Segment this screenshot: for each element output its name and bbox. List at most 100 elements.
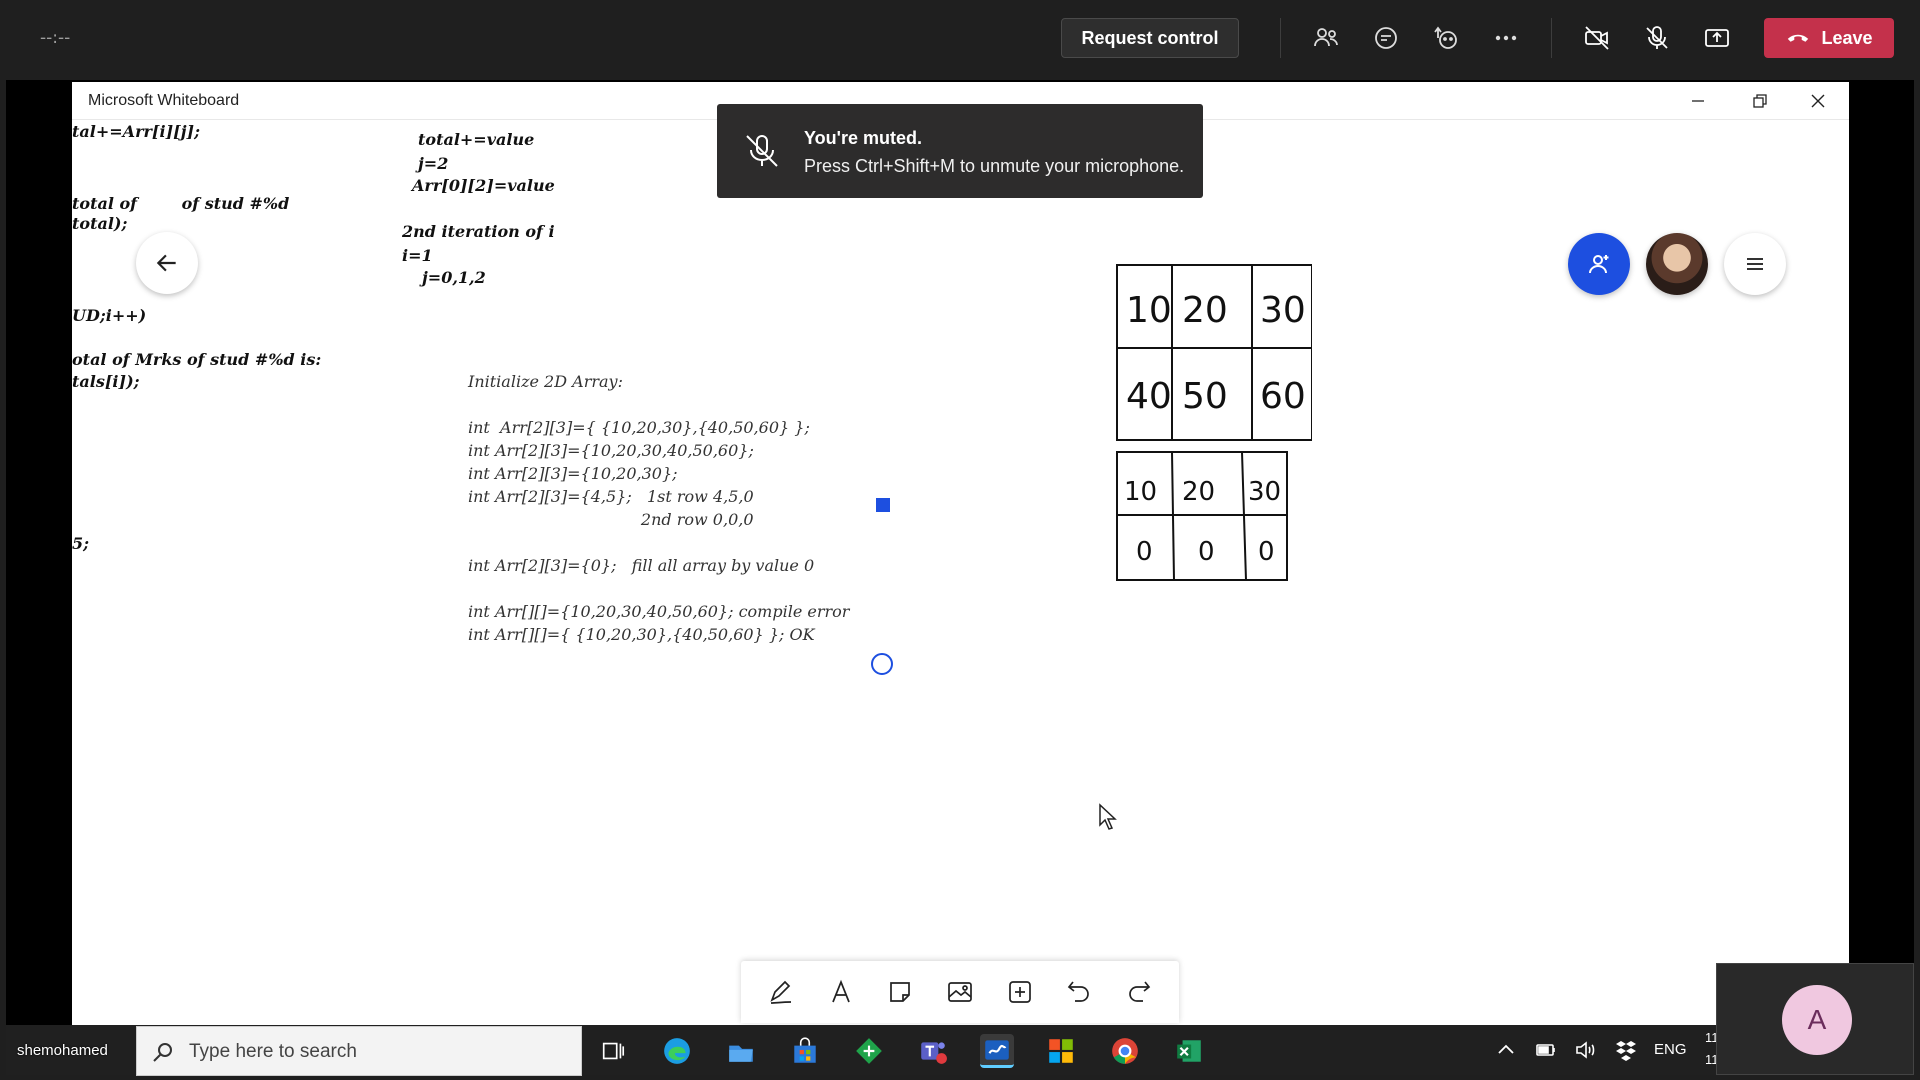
whiteboard-toolbar xyxy=(741,961,1179,1023)
init-line: int Arr[2][3]={4,5}; 1st row 4,5,0 xyxy=(468,487,754,506)
dropbox-icon[interactable] xyxy=(1614,1038,1638,1062)
text-tool[interactable] xyxy=(821,972,861,1012)
mouse-cursor-icon xyxy=(1099,803,1117,830)
init-line: int Arr[2][3]={10,20,30,40,50,60}; xyxy=(468,441,754,460)
invite-button[interactable] xyxy=(1568,233,1630,295)
divider xyxy=(1280,18,1281,58)
app-grid-icon[interactable] xyxy=(1044,1034,1078,1068)
insert-tool[interactable] xyxy=(1000,972,1040,1012)
divider xyxy=(1551,18,1552,58)
search-placeholder: Type here to search xyxy=(189,1041,357,1062)
taskbar-search[interactable]: Type here to search xyxy=(136,1026,582,1076)
battery-icon[interactable] xyxy=(1534,1038,1558,1062)
back-button[interactable] xyxy=(136,232,198,294)
window-title: Microsoft Whiteboard xyxy=(88,92,240,109)
leave-button[interactable]: Leave xyxy=(1764,18,1894,58)
chrome-icon[interactable] xyxy=(1108,1034,1142,1068)
language-indicator[interactable]: ENG xyxy=(1654,1041,1687,1058)
file-explorer-icon[interactable] xyxy=(724,1034,758,1068)
mic-off-icon xyxy=(746,135,778,167)
code-line: UD;i++) xyxy=(72,306,147,325)
chevron-up-icon[interactable] xyxy=(1494,1038,1518,1062)
grid-cell: 50 xyxy=(1182,376,1228,417)
grid-cell: 60 xyxy=(1260,376,1306,417)
toast-title: You're muted. xyxy=(804,128,922,148)
grid-cell: 0 xyxy=(1136,537,1153,567)
store-icon[interactable] xyxy=(788,1034,822,1068)
grid-cell: 10 xyxy=(1124,477,1157,507)
people-icon[interactable] xyxy=(1310,22,1342,54)
hang-up-icon xyxy=(1788,34,1809,42)
close-button[interactable] xyxy=(1795,86,1841,116)
note-line: j=2 xyxy=(418,154,449,173)
settings-menu-button[interactable] xyxy=(1724,233,1786,295)
note-line: Arr[0][2]=value xyxy=(412,176,555,195)
edge-icon[interactable] xyxy=(660,1034,694,1068)
init-line: int Arr[][]={ {10,20,30},{40,50,60} }; O… xyxy=(468,625,815,644)
pen-tool[interactable] xyxy=(761,972,801,1012)
undo-icon xyxy=(1068,981,1090,1002)
user-avatar[interactable] xyxy=(1646,233,1708,295)
grid-cell: 20 xyxy=(1182,290,1228,331)
init-line: int Arr[][]={10,20,30,40,50,60}; compile… xyxy=(468,602,850,621)
add-icon xyxy=(1008,981,1031,1003)
teams-icon[interactable] xyxy=(916,1034,950,1068)
init-line: int Arr[2][3]={ {10,20,30},{40,50,60} }; xyxy=(468,418,810,437)
restore-icon xyxy=(1753,94,1767,108)
code-line: tal+=Arr[i][j]; xyxy=(72,122,200,141)
init-line: 2nd row 0,0,0 xyxy=(468,510,754,529)
grid-cell: 30 xyxy=(1260,290,1306,331)
pen-icon xyxy=(770,980,791,1004)
note-tool[interactable] xyxy=(880,972,920,1012)
code-line: total); xyxy=(72,214,128,233)
init-title: Initialize 2D Array: xyxy=(468,372,623,391)
chat-icon[interactable] xyxy=(1370,22,1402,54)
grid-cell: 20 xyxy=(1182,477,1215,507)
grid-cell: 0 xyxy=(1198,537,1215,567)
muted-notification: You're muted. Press Ctrl+Shift+M to unmu… xyxy=(717,104,1203,198)
presenter-name: shemohamed xyxy=(17,1042,108,1059)
camera-off-icon[interactable] xyxy=(1581,22,1613,54)
hamburger-icon xyxy=(1747,258,1763,270)
image-icon xyxy=(948,982,972,1002)
redo-button[interactable] xyxy=(1119,972,1159,1012)
whiteboard-app-icon[interactable] xyxy=(980,1034,1014,1068)
add-person-icon xyxy=(1589,255,1609,274)
whiteboard-window: Microsoft Whiteboard tal+=Arr[i][j]; tot… xyxy=(72,82,1849,1026)
share-screen-icon[interactable] xyxy=(1701,22,1733,54)
excel-icon[interactable] xyxy=(1172,1034,1206,1068)
mic-off-icon[interactable] xyxy=(1641,22,1673,54)
request-control-button[interactable]: Request control xyxy=(1061,18,1239,58)
code-line: otal of Mrks of stud #%d is: xyxy=(72,350,322,369)
arrow-left-icon xyxy=(156,254,176,272)
note-line: 2nd iteration of i xyxy=(402,222,555,241)
toast-message: Press Ctrl+Shift+M to unmute your microp… xyxy=(804,156,1185,176)
redo-icon xyxy=(1129,981,1151,1002)
react-icon[interactable] xyxy=(1430,22,1462,54)
task-view-icon[interactable] xyxy=(596,1034,630,1068)
selection-handle[interactable] xyxy=(876,498,890,512)
code-line: 5; xyxy=(72,534,90,553)
image-tool[interactable] xyxy=(940,972,980,1012)
close-icon xyxy=(1811,94,1825,108)
note-line: total+=value xyxy=(418,130,535,149)
whiteboard-canvas[interactable]: tal+=Arr[i][j]; total of of stud #%d tot… xyxy=(72,120,1849,1026)
grid-cell: 10 xyxy=(1126,290,1172,331)
undo-button[interactable] xyxy=(1059,972,1099,1012)
restore-button[interactable] xyxy=(1737,86,1783,116)
app-diamond-icon[interactable] xyxy=(852,1034,886,1068)
volume-icon[interactable] xyxy=(1574,1038,1598,1062)
search-icon xyxy=(153,1043,172,1062)
minimize-button[interactable] xyxy=(1675,86,1721,116)
grid-cell: 40 xyxy=(1126,376,1172,417)
participant-tile[interactable]: A xyxy=(1716,963,1914,1075)
more-icon[interactable] xyxy=(1490,22,1522,54)
array-grid-drawing: 10 20 30 40 50 60 10 20 30 0 0 0 xyxy=(1116,264,1312,581)
text-icon xyxy=(831,979,850,1003)
call-timer: --:-- xyxy=(40,28,71,48)
leave-label: Leave xyxy=(1821,27,1873,48)
note-icon xyxy=(890,982,911,1002)
teams-meeting-bar: --:-- Request control Leave xyxy=(0,0,1920,78)
minimize-icon xyxy=(1692,100,1704,102)
rotate-handle[interactable] xyxy=(871,653,893,675)
